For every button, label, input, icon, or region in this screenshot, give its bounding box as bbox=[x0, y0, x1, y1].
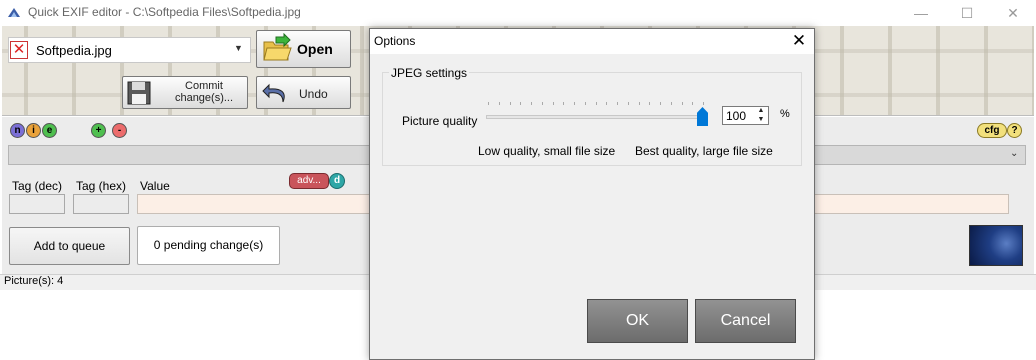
slider-tick bbox=[563, 102, 564, 105]
cfg-button[interactable]: cfg bbox=[977, 123, 1007, 138]
adv-button[interactable]: adv... bbox=[289, 173, 329, 189]
best-quality-label: Best quality, large file size bbox=[635, 144, 773, 158]
pictures-count: Picture(s): 4 bbox=[4, 275, 64, 287]
slider-tick bbox=[510, 102, 511, 105]
undo-icon bbox=[262, 83, 285, 103]
slider-tick bbox=[660, 102, 661, 105]
undo-button-label: Undo bbox=[299, 87, 328, 101]
close-button[interactable]: ✕ bbox=[990, 0, 1036, 26]
dialog-title: Options bbox=[374, 34, 416, 48]
minimize-button[interactable]: — bbox=[898, 0, 944, 26]
cancel-button[interactable]: Cancel bbox=[695, 299, 796, 343]
mode-button-e[interactable]: e bbox=[42, 123, 57, 138]
slider-tick bbox=[520, 102, 521, 105]
slider-tick bbox=[703, 102, 704, 105]
spin-up-icon[interactable]: ▲ bbox=[754, 107, 768, 115]
slider-tick bbox=[617, 102, 618, 105]
tag-hex-input[interactable] bbox=[73, 194, 129, 214]
slider-tick bbox=[488, 102, 489, 105]
d-button[interactable]: d bbox=[329, 173, 345, 189]
dialog-title-bar bbox=[370, 29, 814, 54]
maximize-button[interactable]: ☐ bbox=[944, 0, 990, 26]
slider-tick bbox=[596, 102, 597, 105]
slider-tick bbox=[671, 102, 672, 105]
add-to-queue-button[interactable]: Add to queue bbox=[9, 227, 130, 265]
help-icon[interactable]: ? bbox=[1007, 123, 1022, 138]
slider-tick bbox=[531, 102, 532, 105]
floppy-disk-icon bbox=[127, 81, 151, 105]
slider-tick bbox=[649, 102, 650, 105]
slider-tick bbox=[628, 102, 629, 105]
pending-changes-button[interactable]: 0 pending change(s) bbox=[137, 226, 280, 265]
slider-tick bbox=[639, 102, 640, 105]
image-thumbnail[interactable] bbox=[969, 225, 1023, 266]
tag-dec-label: Tag (dec) bbox=[12, 179, 63, 193]
file-select-value: Softpedia.jpg bbox=[36, 43, 112, 58]
slider-tick bbox=[692, 102, 693, 105]
slider-tick bbox=[499, 102, 500, 105]
low-quality-label: Low quality, small file size bbox=[478, 144, 616, 158]
mode-button-i[interactable]: i bbox=[26, 123, 41, 138]
ok-button[interactable]: OK bbox=[587, 299, 688, 343]
slider-tick bbox=[606, 102, 607, 105]
commit-button-label: Commit change(s)... bbox=[174, 80, 234, 104]
chevron-down-icon[interactable]: ▼ bbox=[234, 43, 243, 53]
quality-slider[interactable] bbox=[486, 115, 708, 119]
window-title: Quick EXIF editor - C:\Softpedia Files\S… bbox=[28, 5, 301, 19]
quality-spinbox-value: 100 bbox=[726, 109, 747, 123]
slider-tick bbox=[585, 102, 586, 105]
slider-tick bbox=[553, 102, 554, 105]
jpeg-settings-title: JPEG settings bbox=[389, 66, 470, 80]
tag-hex-label: Tag (hex) bbox=[76, 179, 127, 193]
add-icon[interactable]: + bbox=[91, 123, 106, 138]
slider-tick bbox=[574, 102, 575, 105]
mode-button-n[interactable]: n bbox=[10, 123, 25, 138]
spin-down-icon[interactable]: ▼ bbox=[754, 116, 768, 124]
remove-file-icon[interactable]: ✕ bbox=[10, 41, 28, 59]
remove-icon[interactable]: - bbox=[112, 123, 127, 138]
tag-dec-input[interactable] bbox=[9, 194, 65, 214]
open-button-label: Open bbox=[297, 41, 333, 57]
percent-label: % bbox=[780, 108, 790, 120]
close-icon[interactable]: ✕ bbox=[789, 30, 809, 52]
folder-open-icon bbox=[263, 33, 292, 61]
slider-tick bbox=[542, 102, 543, 105]
app-icon bbox=[8, 8, 20, 17]
chevron-down-icon[interactable]: ⌄ bbox=[1010, 148, 1018, 159]
picture-quality-label: Picture quality bbox=[402, 114, 478, 128]
value-label: Value bbox=[140, 179, 170, 193]
slider-tick bbox=[682, 102, 683, 105]
